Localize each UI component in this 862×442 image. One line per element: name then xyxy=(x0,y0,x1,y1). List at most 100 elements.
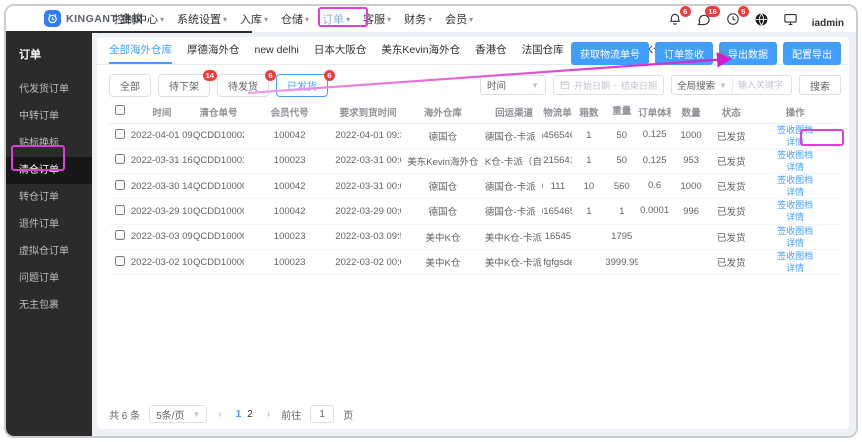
action-button[interactable]: 获取物流单号 xyxy=(571,42,649,65)
row-checkbox[interactable] xyxy=(114,204,125,215)
globe-icon[interactable] xyxy=(754,11,770,27)
cell-member-code: 100042 xyxy=(244,198,336,225)
cell-weight: 50 xyxy=(605,123,639,149)
cell-expect-time: 2022-03-02 00:00:00 xyxy=(335,249,401,276)
goto-page-input[interactable] xyxy=(310,405,335,423)
bell-icon[interactable]: 6 xyxy=(667,6,691,27)
cell-expect-time: 2022-04-01 09:30:16 xyxy=(335,123,401,149)
sidebar-menu: 代发货订单 中转订单 贴标换标 清仓订单 转仓订单 退件订单 虚拟仓订单 问题订… xyxy=(6,76,92,319)
detail-link[interactable]: 详情 xyxy=(751,186,839,198)
row-checkbox[interactable] xyxy=(114,129,125,140)
cell-tracking-no: 456546 xyxy=(543,123,573,149)
cell-warehouse: 德国仓 xyxy=(400,123,485,149)
row-checkbox[interactable] xyxy=(114,255,125,266)
cell-weight: 50 xyxy=(605,148,639,175)
warehouse-tab[interactable]: 香港仓 xyxy=(475,42,507,64)
action-button[interactable]: 订单签收 xyxy=(655,42,713,65)
cell-volume xyxy=(638,249,672,276)
warehouse-tab[interactable]: new delhi xyxy=(255,44,299,63)
detail-link[interactable]: 详情 xyxy=(751,237,839,249)
sidebar-item[interactable]: 代发货订单 xyxy=(6,76,92,103)
sidebar-item[interactable]: 贴标换标 xyxy=(6,130,92,157)
nav-item-label: 客服 xyxy=(363,14,386,26)
table-row: 2022-04-01 09:30:18 QCDD100020 100042 20… xyxy=(109,123,839,149)
sidebar-item[interactable]: 中转订单 xyxy=(6,103,92,130)
keyword-input[interactable] xyxy=(733,80,791,90)
chat-icon[interactable]: 16 xyxy=(696,6,720,27)
cell-order-no: QCDD100002 xyxy=(192,224,245,250)
row-checkbox[interactable] xyxy=(114,230,125,241)
nav-item[interactable]: 系统设置 ▾ xyxy=(177,11,227,27)
nav-item-label: 控制中心 xyxy=(114,14,158,26)
nav-item[interactable]: 订单 ▾ xyxy=(322,11,350,27)
time-type-select[interactable]: 时间 ▼ xyxy=(480,75,547,95)
sidebar-item[interactable]: 虚拟仓订单 xyxy=(6,238,92,265)
receipt-image-link[interactable]: 签收图档 xyxy=(751,199,839,211)
row-select-cell xyxy=(109,249,131,276)
cell-expect-time: 2022-03-31 00:00:00 xyxy=(335,148,401,175)
date-end-placeholder[interactable]: 结束日期 xyxy=(621,79,657,92)
status-chip[interactable]: 已发货 6 xyxy=(276,69,335,97)
row-checkbox[interactable] xyxy=(114,179,125,190)
date-range-picker[interactable]: 开始日期 - 结束日期 xyxy=(553,75,665,95)
status-chip[interactable]: 全部 xyxy=(109,73,151,97)
detail-link[interactable]: 详情 xyxy=(751,161,839,173)
cell-volume: 0.125 xyxy=(638,148,672,175)
sidebar-item[interactable]: 无主包裹 xyxy=(6,292,92,319)
action-button[interactable]: 配置导出 xyxy=(783,42,841,65)
warehouse-tab[interactable]: 全部海外仓库 xyxy=(109,42,172,64)
next-page-button[interactable]: › xyxy=(265,409,272,420)
column-header: 数量 xyxy=(671,101,712,124)
warehouse-tab[interactable]: 法国仓库 xyxy=(522,42,564,64)
page-number[interactable]: 1 xyxy=(233,409,245,420)
nav-item[interactable]: 入库 ▾ xyxy=(240,11,268,27)
nav-item[interactable]: 仓储 ▾ xyxy=(281,11,309,27)
receipt-image-link[interactable]: 签收图档 xyxy=(751,174,839,186)
page-numbers: 12 xyxy=(233,409,256,420)
detail-link[interactable]: 详情 xyxy=(751,211,839,223)
row-select-cell xyxy=(109,123,131,149)
date-start-placeholder[interactable]: 开始日期 xyxy=(574,79,610,92)
row-checkbox[interactable] xyxy=(114,154,125,165)
receipt-image-link[interactable]: 签收图档 xyxy=(751,124,839,136)
navbar-divider xyxy=(6,31,252,33)
detail-link[interactable]: 详情 xyxy=(751,136,839,148)
nav-item[interactable]: 控制中心 ▾ xyxy=(114,11,164,27)
cell-volume: 0.125 xyxy=(638,123,672,149)
nav-item[interactable]: 会员 ▾ xyxy=(445,11,473,27)
warehouse-tab[interactable]: 厚德海外仓 xyxy=(187,42,240,64)
status-chip[interactable]: 待下架 14 xyxy=(158,69,217,97)
sidebar-item[interactable]: 转仓订单 xyxy=(6,184,92,211)
cell-channel: 德国仓-卡派（自营） xyxy=(484,198,544,225)
prev-page-button[interactable]: ‹ xyxy=(216,409,223,420)
cell-member-code: 100042 xyxy=(244,123,336,149)
receipt-image-link[interactable]: 签收图档 xyxy=(751,225,839,237)
cell-member-code: 100023 xyxy=(244,224,336,250)
receipt-image-link[interactable]: 签收图档 xyxy=(751,250,839,262)
current-user[interactable]: iadmin xyxy=(812,18,844,29)
cell-order-no: QCDD100001 xyxy=(192,249,245,276)
cell-boxes: 1 xyxy=(572,123,606,149)
warehouse-tab[interactable]: 日本大阪仓 xyxy=(314,42,367,64)
nav-item[interactable]: 客服 ▾ xyxy=(363,11,391,27)
cell-time: 2022-03-03 09:55:29 xyxy=(130,224,193,250)
select-all-checkbox[interactable] xyxy=(114,105,125,116)
sidebar-item[interactable]: 清仓订单 xyxy=(6,157,92,184)
monitor-icon[interactable] xyxy=(783,11,799,27)
nav-item[interactable]: 财务 ▾ xyxy=(404,11,432,27)
page-number[interactable]: 2 xyxy=(244,409,256,420)
sidebar-item[interactable]: 问题订单 xyxy=(6,265,92,292)
nav-item-label: 系统设置 xyxy=(177,14,222,26)
clock-icon[interactable]: 5 xyxy=(725,6,749,27)
detail-link[interactable]: 详情 xyxy=(751,262,839,274)
status-chip[interactable]: 待发货 6 xyxy=(217,69,276,97)
search-button[interactable]: 搜索 xyxy=(799,75,841,95)
warehouse-tab[interactable]: 美东Kevin海外仓 xyxy=(381,42,460,64)
date-separator: - xyxy=(614,80,618,90)
sidebar-item[interactable]: 退件订单 xyxy=(6,211,92,238)
receipt-image-link[interactable]: 签收图档 xyxy=(751,149,839,161)
total-count: 共 6 条 xyxy=(109,410,141,422)
action-button[interactable]: 导出数据 xyxy=(719,42,777,65)
search-scope-select[interactable]: 全局搜索 ▼ xyxy=(672,76,733,94)
page-size-select[interactable]: 5条/页 ▼ xyxy=(149,405,208,423)
